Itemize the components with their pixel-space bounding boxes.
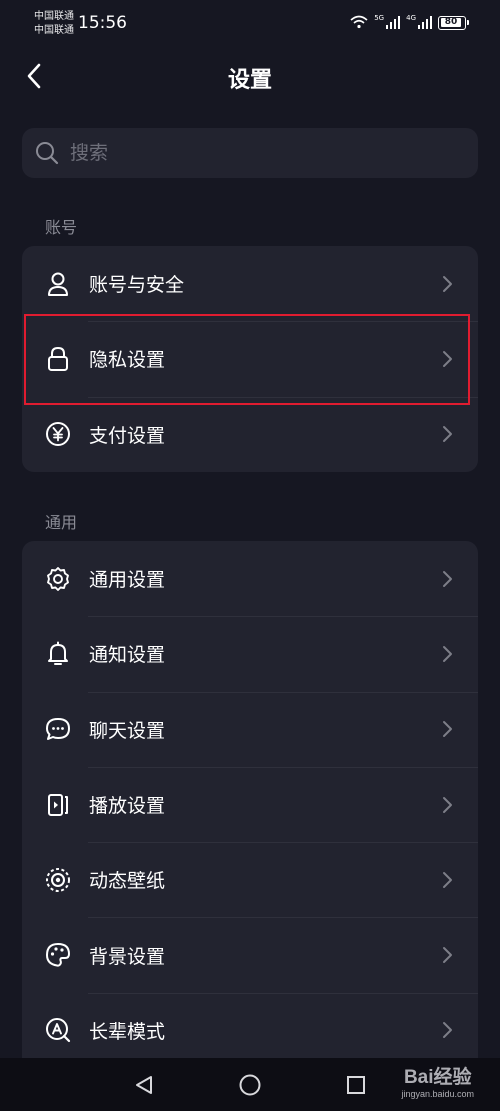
settings-item-label: 通知设置 (89, 644, 166, 667)
chevron-right-icon (440, 425, 454, 443)
settings-item-background[interactable]: 背景设置 (22, 917, 478, 992)
wifi-icon (350, 14, 368, 33)
nav-recents-button[interactable] (343, 1072, 369, 1098)
search-input[interactable] (70, 142, 478, 164)
search-icon (34, 140, 60, 166)
settings-item-label: 聊天设置 (89, 719, 166, 742)
yuan-icon (45, 421, 71, 447)
wallpaper-icon (45, 867, 71, 893)
settings-item-label: 背景设置 (89, 945, 166, 968)
settings-item-chat[interactable]: 聊天设置 (22, 691, 478, 767)
carrier-name-2: 中国联通 (34, 25, 74, 36)
status-time: 15:56 (78, 13, 127, 33)
battery-level: 80 (441, 18, 461, 27)
signal-icon-2 (418, 14, 432, 33)
settings-item-wallpaper[interactable]: 动态壁纸 (22, 842, 478, 917)
network-type-1: 5G (374, 14, 385, 22)
circle-home-icon (238, 1073, 262, 1097)
page-title: 设置 (227, 68, 272, 93)
search-box[interactable] (22, 128, 478, 178)
chevron-right-icon (440, 720, 454, 738)
gear-icon (45, 566, 71, 592)
status-bar: 中国联通 中国联通 15:56 5G 4G 80 (0, 0, 500, 46)
settings-item-payment[interactable]: 支付设置 (22, 396, 478, 472)
signal-icon-1 (386, 14, 401, 33)
settings-item-label: 隐私设置 (89, 349, 166, 372)
account-settings-card: 账号与安全 隐私设置 支付设置 (22, 246, 478, 472)
general-settings-card: 通用设置 通知设置 聊天设置 播放设置 动态壁纸 背景设置 长辈模式 (22, 541, 478, 1071)
settings-item-label: 播放设置 (89, 795, 166, 818)
square-recents-icon (345, 1074, 367, 1096)
settings-item-notifications[interactable]: 通知设置 (22, 616, 478, 691)
network-type-2: 4G (406, 14, 416, 22)
settings-item-playback[interactable]: 播放设置 (22, 766, 478, 842)
status-icons: 5G 4G 80 (350, 14, 469, 33)
nav-home-button[interactable] (237, 1072, 263, 1098)
palette-icon (45, 942, 71, 968)
section-title-general: 通用 (45, 513, 78, 532)
settings-item-account-security[interactable]: 账号与安全 (22, 246, 478, 321)
chevron-right-icon (440, 275, 454, 293)
battery-icon: 80 (438, 16, 469, 30)
header: 设置 (0, 50, 500, 102)
chevron-right-icon (440, 871, 454, 889)
watermark-logo-text: Bai经验 (403, 1067, 472, 1088)
settings-item-general[interactable]: 通用设置 (22, 541, 478, 616)
chevron-right-icon (440, 1021, 454, 1039)
chevron-right-icon (440, 645, 454, 663)
elder-mode-icon (45, 1017, 71, 1043)
settings-item-privacy[interactable]: 隐私设置 (22, 321, 478, 396)
chevron-right-icon (440, 946, 454, 964)
section-title-account: 账号 (45, 218, 78, 237)
settings-item-label: 账号与安全 (89, 274, 185, 297)
settings-item-label: 支付设置 (89, 424, 166, 447)
watermark-url: jingyan.baidu.com (401, 1089, 474, 1099)
settings-item-label: 长辈模式 (89, 1020, 166, 1043)
triangle-back-icon (133, 1074, 155, 1096)
play-icon (45, 792, 71, 818)
lock-icon (45, 346, 71, 372)
settings-item-label: 通用设置 (89, 569, 166, 592)
chevron-right-icon (440, 350, 454, 368)
chevron-right-icon (440, 570, 454, 588)
user-icon (45, 271, 71, 297)
chat-icon (45, 716, 71, 742)
carrier-name-1: 中国联通 (34, 11, 74, 22)
chevron-right-icon (440, 796, 454, 814)
settings-item-label: 动态壁纸 (89, 870, 166, 893)
settings-item-elder-mode[interactable]: 长辈模式 (22, 992, 478, 1068)
nav-back-button[interactable] (131, 1072, 157, 1098)
baidu-jingyan-watermark: Bai经验 jingyan.baidu.com (401, 1062, 474, 1099)
bell-icon (45, 641, 71, 667)
